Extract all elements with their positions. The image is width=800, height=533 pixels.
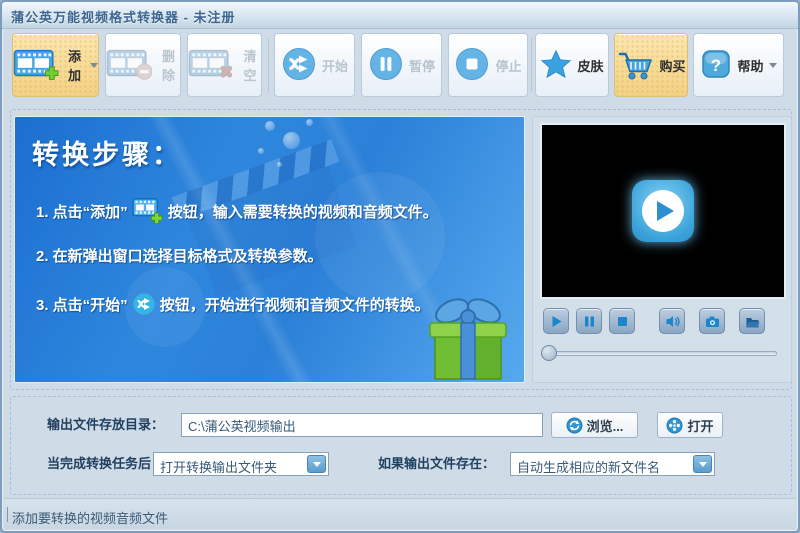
instruction-step-3: 3. 点击“开始” 按钮，开始进行视频和音频文件的转换。 — [36, 292, 430, 316]
bubble-decoration — [258, 148, 264, 154]
after-task-value: 打开转换输出文件夹 — [160, 460, 278, 475]
convert-start-icon — [281, 46, 317, 85]
if-exists-dropdown[interactable]: 自动生成相应的新文件名 — [510, 452, 715, 476]
chevron-down-icon — [312, 461, 321, 471]
star-icon — [540, 48, 572, 83]
instruction-step-2: 2. 在新弹出窗口选择目标格式及转换参数。 — [36, 245, 323, 266]
output-dir-input[interactable] — [181, 413, 543, 437]
help-button[interactable]: ? 帮助 — [693, 33, 784, 97]
folder-icon — [746, 317, 759, 327]
skin-button-label: 皮肤 — [577, 58, 604, 74]
film-plus-icon — [132, 197, 164, 225]
delete-button-label: 删除 — [161, 49, 175, 83]
app-window: 蒲公英万能视频格式转换器 - 未注册 添加 删除 清空 开始 暂停 停止 皮肤 … — [0, 0, 800, 533]
bubble-decoration — [277, 162, 282, 167]
preview-panel — [532, 116, 792, 383]
clear-button[interactable]: 清空 — [187, 33, 262, 97]
film-minus-icon — [106, 47, 153, 84]
pause-button-label: 暂停 — [408, 58, 435, 74]
window-title: 蒲公英万能视频格式转换器 - 未注册 — [11, 10, 236, 25]
stop-icon — [454, 46, 490, 85]
if-exists-value: 自动生成相应的新文件名 — [517, 460, 661, 475]
step-2-text: 2. 在新弹出窗口选择目标格式及转换参数。 — [36, 248, 323, 265]
chevron-down-button[interactable] — [693, 455, 712, 473]
gift-box-graphic — [418, 293, 518, 382]
chevron-down-button[interactable] — [307, 455, 326, 473]
player-volume-button[interactable] — [659, 308, 685, 334]
bubble-decoration — [265, 121, 275, 131]
open-button-label: 打开 — [687, 418, 714, 434]
buy-button[interactable]: 购买 — [614, 33, 688, 97]
browse-button[interactable]: 浏览... — [551, 412, 638, 438]
player-folder-button[interactable] — [739, 308, 765, 334]
start-button-label: 开始 — [321, 58, 348, 74]
play-icon — [552, 315, 561, 327]
pause-icon — [368, 46, 404, 85]
video-preview-screen — [540, 123, 786, 299]
cart-icon — [616, 47, 654, 84]
instruction-step-1: 1. 点击“添加” 按钮，输入需要转换的视频和音频文件。 — [36, 197, 438, 225]
step-3-text: 3. 点击“开始” — [36, 296, 128, 314]
instructions-panel: 转换步骤： 1. 点击“添加” 按钮，输入需要转换的视频和音频文件。 2. 在新… — [14, 116, 525, 383]
output-settings-group: 输出文件存放目录： 浏览... 打开 当完成转换任务后： 打开转换输出文 — [10, 396, 792, 495]
start-button[interactable]: 开始 — [274, 33, 355, 97]
stop-button-label: 停止 — [495, 58, 522, 74]
chevron-down-icon — [768, 63, 777, 72]
pause-icon — [584, 316, 594, 326]
film-reel-icon — [666, 417, 683, 433]
bubble-decoration — [306, 119, 313, 126]
glow-decoration — [315, 172, 445, 302]
skin-button[interactable]: 皮肤 — [535, 33, 609, 97]
bubble-decoration — [283, 132, 300, 149]
after-task-dropdown[interactable]: 打开转换输出文件夹 — [153, 452, 329, 476]
toolbar-separator — [268, 38, 269, 92]
title-bar: 蒲公英万能视频格式转换器 - 未注册 — [2, 2, 798, 29]
player-snapshot-button[interactable] — [699, 308, 725, 334]
player-stop-button[interactable] — [609, 308, 635, 334]
step-1-text: 按钮，输入需要转换的视频和音频文件。 — [167, 203, 438, 221]
step-3-text: 按钮，开始进行视频和音频文件的转换。 — [159, 296, 430, 314]
pause-button[interactable]: 暂停 — [361, 33, 442, 97]
status-bar: 添加要转换的视频音频文件 — [4, 498, 796, 529]
player-play-button[interactable] — [543, 308, 569, 334]
film-plus-icon — [13, 47, 59, 84]
clear-button-label: 清空 — [243, 49, 257, 83]
open-button[interactable]: 打开 — [657, 412, 723, 438]
add-button[interactable]: 添加 — [12, 33, 99, 97]
browse-button-label: 浏览... — [586, 418, 624, 434]
question-icon: ? — [700, 48, 732, 83]
status-text: 添加要转换的视频音频文件 — [12, 511, 169, 526]
step-1-text: 1. 点击“添加” — [36, 203, 128, 221]
status-separator — [7, 507, 8, 522]
camera-icon — [705, 316, 719, 327]
player-pause-button[interactable] — [576, 308, 602, 334]
delete-button[interactable]: 删除 — [105, 33, 181, 97]
film-x-icon — [188, 47, 234, 84]
svg-text:?: ? — [711, 56, 721, 75]
chevron-down-icon — [90, 63, 98, 72]
buy-button-label: 购买 — [659, 58, 686, 74]
browse-icon — [566, 417, 583, 433]
slider-knob[interactable] — [541, 345, 557, 361]
help-button-label: 帮助 — [737, 58, 764, 74]
stop-button[interactable]: 停止 — [448, 33, 528, 97]
after-task-label: 当完成转换任务后： — [47, 456, 165, 471]
play-overlay-button[interactable] — [632, 180, 694, 242]
output-dir-label: 输出文件存放目录： — [47, 417, 165, 432]
instructions-heading: 转换步骤： — [32, 140, 182, 170]
chevron-down-icon — [698, 461, 707, 471]
stop-icon — [617, 316, 627, 326]
convert-start-icon — [132, 292, 156, 316]
seek-slider[interactable] — [547, 351, 777, 356]
add-button-label: 添加 — [67, 49, 81, 83]
play-icon — [657, 201, 674, 221]
if-exists-label: 如果输出文件存在： — [378, 456, 496, 471]
speaker-icon — [666, 315, 680, 327]
toolbar-separator — [531, 38, 532, 92]
